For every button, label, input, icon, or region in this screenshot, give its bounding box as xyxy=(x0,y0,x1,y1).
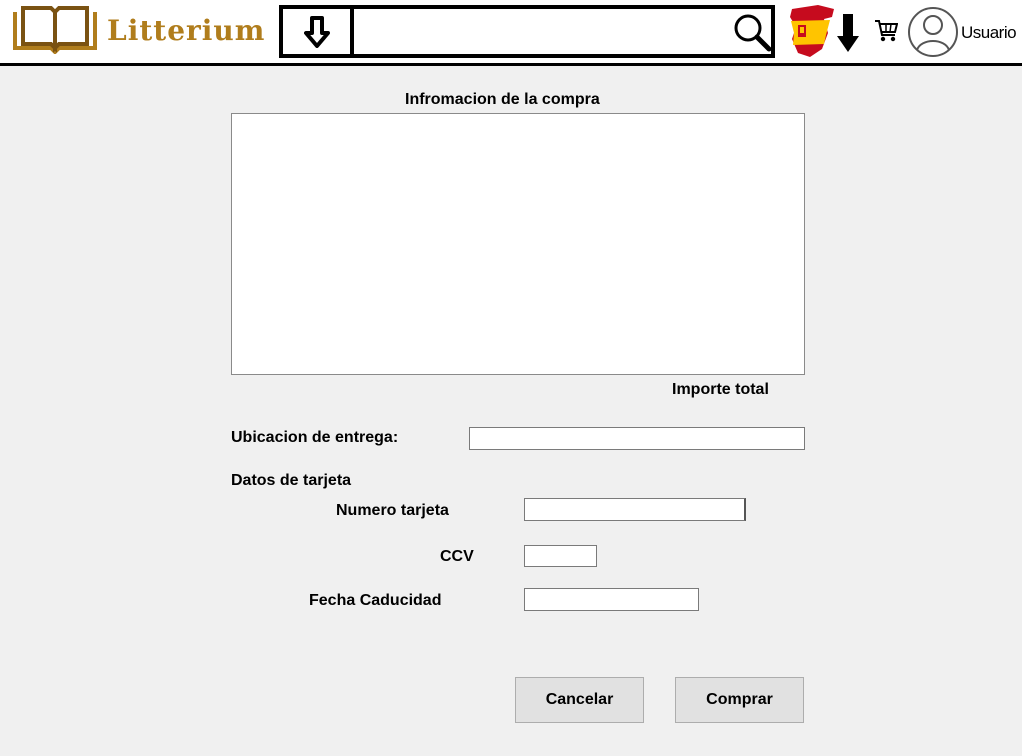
cart-icon[interactable] xyxy=(874,18,898,44)
search-bar xyxy=(279,5,775,58)
expiry-date-label: Fecha Caducidad xyxy=(309,592,442,609)
purchase-info-list[interactable] xyxy=(231,113,805,375)
book-logo-icon xyxy=(13,6,97,54)
user-label[interactable]: Usuario xyxy=(961,23,1017,43)
search-input[interactable] xyxy=(357,9,727,54)
language-dropdown-arrow-icon[interactable] xyxy=(836,12,860,54)
ccv-field[interactable] xyxy=(524,545,597,567)
logo-text: Litterium xyxy=(107,14,266,47)
card-data-label: Datos de tarjeta xyxy=(231,472,352,489)
buy-button[interactable]: Comprar xyxy=(675,677,804,723)
delivery-location-field[interactable] xyxy=(469,427,805,450)
top-bar: Litterium Usuario xyxy=(0,0,1022,66)
spain-flag-icon[interactable] xyxy=(788,3,836,59)
card-number-field[interactable] xyxy=(524,498,746,521)
delivery-location-label: Ubicacion de entrega: xyxy=(231,429,399,446)
search-category-dropdown[interactable] xyxy=(283,9,354,54)
user-icon[interactable] xyxy=(907,4,959,60)
cancel-button[interactable]: Cancelar xyxy=(515,677,644,723)
card-number-label: Numero tarjeta xyxy=(336,502,449,519)
expiry-date-field[interactable] xyxy=(524,588,699,611)
purchase-info-title: Infromacion de la compra xyxy=(405,91,600,108)
logo[interactable]: Litterium xyxy=(11,4,269,54)
ccv-label: CCV xyxy=(440,548,474,565)
search-icon[interactable] xyxy=(732,12,772,52)
arrow-down-icon xyxy=(303,15,330,48)
total-amount-label: Importe total xyxy=(672,381,769,398)
